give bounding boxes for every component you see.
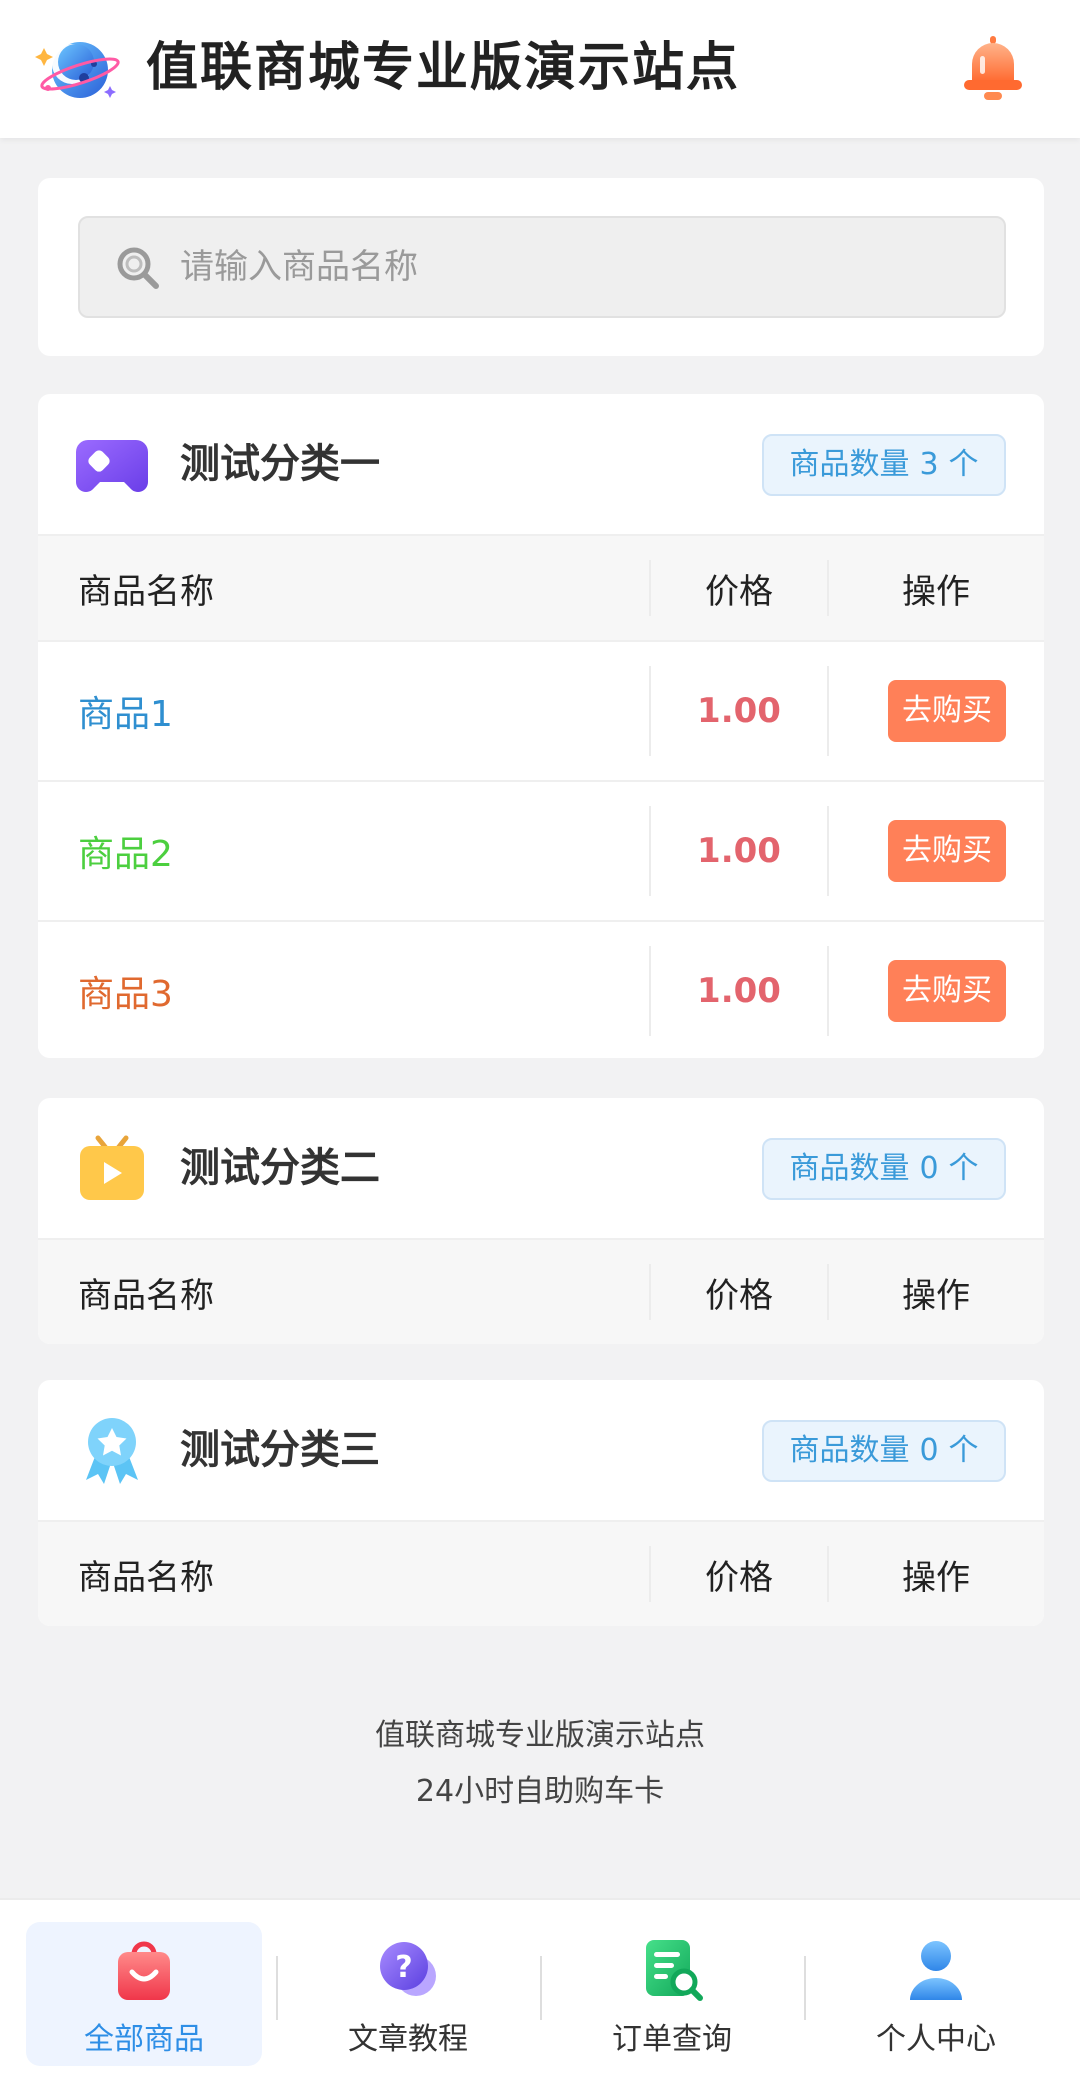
search-box[interactable] — [78, 216, 1006, 318]
count-suffix: 个 — [948, 1151, 979, 1186]
nav-label: 文章教程 — [348, 2022, 468, 2057]
nav-divider — [276, 1956, 278, 2020]
buy-button[interactable]: 去购买 — [888, 820, 1006, 882]
gamepad-icon — [76, 440, 148, 492]
count-prefix: 商品数量 — [789, 1151, 910, 1186]
bell-icon[interactable] — [960, 34, 1026, 104]
column-divider — [827, 806, 829, 896]
column-divider — [827, 666, 829, 756]
category-header: 测试分类二 商品数量 0 个 — [38, 1098, 1044, 1238]
column-header-action: 操作 — [902, 571, 970, 612]
table-header: 商品名称 价格 操作 — [38, 1520, 1044, 1626]
site-footer: 值联商城专业版演示站点 24小时自助购车卡 — [0, 1708, 1080, 1820]
search-input[interactable] — [180, 237, 940, 297]
top-header: 值联商城专业版演示站点 — [0, 0, 1080, 138]
product-name-link[interactable]: 商品1 — [78, 642, 173, 780]
category-card: 测试分类三 商品数量 0 个 商品名称 价格 操作 — [38, 1380, 1044, 1626]
shopping-bag-icon — [118, 1941, 170, 2000]
count-suffix: 个 — [948, 1433, 979, 1468]
category-header: 测试分类一 商品数量 3 个 — [38, 394, 1044, 534]
product-count-badge: 商品数量 0 个 — [762, 1420, 1006, 1482]
nav-item-order-query[interactable]: 订单查询 — [554, 1922, 790, 2066]
category-title: 测试分类一 — [180, 441, 380, 487]
category-title: 测试分类二 — [180, 1145, 380, 1191]
category-card: 测试分类二 商品数量 0 个 商品名称 价格 操作 — [38, 1098, 1044, 1344]
nav-item-all-products[interactable]: 全部商品 — [26, 1922, 262, 2066]
column-header-name: 商品名称 — [78, 1275, 214, 1316]
nav-label: 个人中心 — [876, 2022, 996, 2057]
buy-button[interactable]: 去购买 — [888, 680, 1006, 742]
nav-item-profile[interactable]: 个人中心 — [818, 1922, 1054, 2066]
svg-text:?: ? — [395, 1950, 412, 1985]
product-name-link[interactable]: 商品3 — [78, 922, 173, 1058]
buy-button[interactable]: 去购买 — [888, 960, 1006, 1022]
product-name-link[interactable]: 商品2 — [78, 782, 173, 920]
count-value: 3 — [919, 447, 939, 482]
category-title: 测试分类三 — [180, 1427, 380, 1473]
count-value: 0 — [919, 1433, 939, 1468]
count-prefix: 商品数量 — [789, 447, 910, 482]
table-row[interactable]: 商品2 1.00 去购买 — [38, 780, 1044, 920]
count-prefix: 商品数量 — [789, 1433, 910, 1468]
search-icon — [117, 247, 159, 289]
count-suffix: 个 — [948, 447, 979, 482]
product-price: 1.00 — [697, 971, 781, 1011]
product-count-badge: 商品数量 3 个 — [762, 434, 1006, 496]
table-header: 商品名称 价格 操作 — [38, 534, 1044, 640]
tv-play-icon — [80, 1135, 144, 1200]
column-header-price: 价格 — [705, 1275, 773, 1316]
nav-label: 全部商品 — [84, 2022, 204, 2057]
user-icon — [910, 1941, 962, 2000]
award-ribbon-icon — [86, 1418, 138, 1484]
search-card — [38, 178, 1044, 356]
table-row[interactable]: 商品3 1.00 去购买 — [38, 920, 1044, 1058]
product-count-badge: 商品数量 0 个 — [762, 1138, 1006, 1200]
question-chat-icon: ? — [380, 1942, 436, 1996]
column-header-name: 商品名称 — [78, 1557, 214, 1598]
nav-label: 订单查询 — [612, 2022, 732, 2057]
category-header: 测试分类三 商品数量 0 个 — [38, 1380, 1044, 1520]
nav-divider — [804, 1956, 806, 2020]
product-price: 1.00 — [697, 831, 781, 871]
site-title: 值联商城专业版演示站点 — [146, 38, 741, 98]
product-price: 1.00 — [697, 691, 781, 731]
bottom-nav: 全部商品 ? 文章教程 订单查询 个人中心 — [0, 1898, 1080, 2088]
nav-divider — [540, 1956, 542, 2020]
column-header-price: 价格 — [705, 1557, 773, 1598]
column-header-price: 价格 — [705, 571, 773, 612]
nav-item-articles[interactable]: ? 文章教程 — [290, 1922, 526, 2066]
count-value: 0 — [919, 1151, 939, 1186]
table-row[interactable]: 商品1 1.00 去购买 — [38, 640, 1044, 780]
footer-slogan: 24小时自助购车卡 — [415, 1774, 665, 1809]
category-card: 测试分类一 商品数量 3 个 商品名称 价格 操作 商品1 1.00 去购买 商品2… — [38, 394, 1044, 1058]
column-header-action: 操作 — [902, 1557, 970, 1598]
moon-planet-logo-icon — [35, 42, 120, 98]
column-header-name: 商品名称 — [78, 571, 214, 612]
order-search-icon — [646, 1940, 703, 2001]
column-header-action: 操作 — [902, 1275, 970, 1316]
table-header: 商品名称 价格 操作 — [38, 1238, 1044, 1344]
footer-site-name: 值联商城专业版演示站点 — [375, 1718, 705, 1753]
column-divider — [827, 946, 829, 1036]
